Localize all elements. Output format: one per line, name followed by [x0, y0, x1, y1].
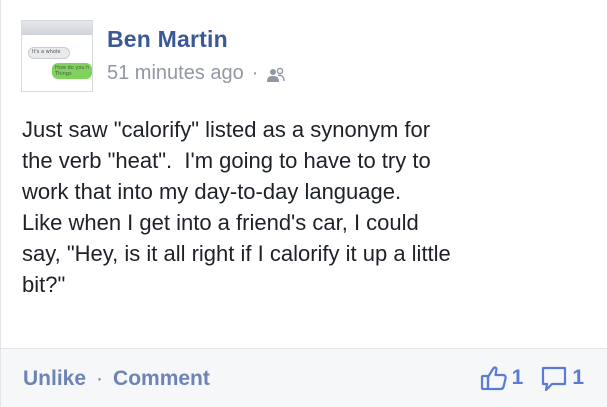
unlike-link[interactable]: Unlike [23, 367, 86, 391]
like-count[interactable]: 1 [512, 366, 524, 390]
post-actions: Unlike · Comment [23, 367, 210, 391]
post-counts: 1 1 [479, 363, 584, 393]
feed-post: It's a whole How do you h Things Ben Mar… [0, 0, 607, 407]
comment-bubble-icon[interactable] [539, 363, 569, 393]
comment-link[interactable]: Comment [113, 367, 210, 391]
avatar-bubble-green-text: How do you h Things [55, 65, 90, 77]
author-name[interactable]: Ben Martin [107, 26, 228, 53]
meta-separator: · [251, 62, 259, 84]
avatar-bubble-gray-text: It's a whole [32, 49, 61, 55]
actions-separator: · [96, 367, 104, 390]
avatar-topbar [22, 21, 92, 35]
post-footer: Unlike · Comment 1 1 [1, 348, 607, 407]
avatar[interactable]: It's a whole How do you h Things [21, 20, 93, 92]
timestamp[interactable]: 51 minutes ago [107, 62, 244, 85]
post-text: Just saw "calorify" listed as a synonym … [22, 117, 451, 297]
friends-icon[interactable] [266, 66, 288, 82]
post-meta: 51 minutes ago · [107, 62, 288, 85]
thumbs-up-icon[interactable] [479, 363, 509, 393]
comment-count[interactable]: 1 [572, 366, 584, 390]
